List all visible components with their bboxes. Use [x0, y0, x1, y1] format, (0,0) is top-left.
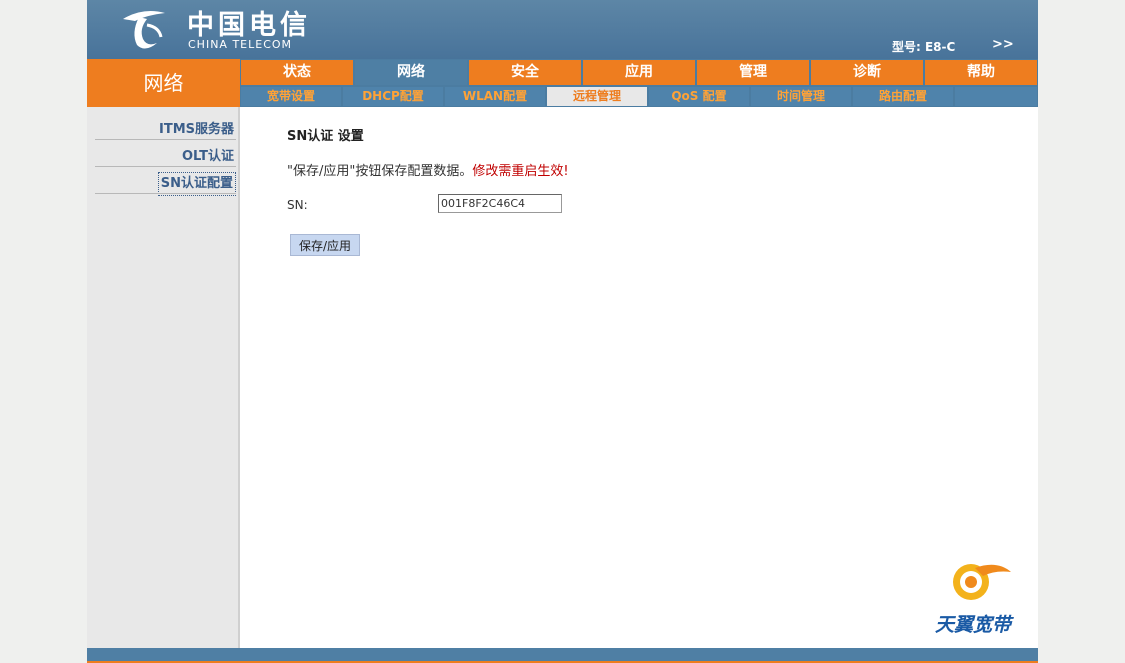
tab-status[interactable]: 状态 [241, 60, 353, 85]
tab-network[interactable]: 网络 [355, 60, 467, 85]
tab-management[interactable]: 管理 [697, 60, 809, 85]
notice-warning: 修改需重启生效! [472, 164, 569, 179]
subtab-routing[interactable]: 路由配置 [853, 87, 953, 106]
sidebar-divider [95, 166, 236, 167]
model-info: 型号: E8-C [892, 40, 956, 54]
logo-chinese-text: 中国电信 [187, 10, 311, 41]
sidebar-item-olt[interactable]: OLT认证 [182, 146, 234, 168]
sn-label: SN: [287, 198, 308, 212]
notice-prefix: "保存/应用"按钮保存配置数据。 [287, 164, 473, 179]
subtab-remote-management[interactable]: 远程管理 [547, 87, 647, 106]
subtab-time[interactable]: 时间管理 [751, 87, 851, 106]
subtab-qos[interactable]: QoS 配置 [649, 87, 749, 106]
subtab-dhcp[interactable]: DHCP配置 [343, 87, 443, 106]
sub-nav: 宽带设置 DHCP配置 WLAN配置 远程管理 QoS 配置 时间管理 路由配置 [240, 86, 1038, 107]
tab-diagnostics[interactable]: 诊断 [811, 60, 923, 85]
sidebar-divider [95, 139, 236, 140]
china-telecom-logo-icon [123, 11, 165, 49]
save-apply-button[interactable]: 保存/应用 [290, 234, 360, 256]
subtab-wlan[interactable]: WLAN配置 [445, 87, 545, 106]
main-nav: 状态 网络 安全 应用 管理 诊断 帮助 [240, 59, 1038, 86]
router-admin-frame: 中国电信 CHINA TELECOM 型号: E8-C >> 网络 状态 网络 … [87, 0, 1038, 663]
sn-input[interactable] [438, 194, 562, 213]
page-title: SN认证 设置 [287, 129, 364, 144]
tab-security[interactable]: 安全 [469, 60, 581, 85]
section-title: 网络 [87, 59, 240, 107]
sidebar: ITMS服务器 OLT认证 SN认证配置 [87, 107, 240, 648]
more-link[interactable]: >> [992, 37, 1014, 52]
subtab-empty [955, 87, 1037, 106]
brand-text: 天翼宽带 [935, 614, 1012, 636]
tianyi-broadband-logo-icon [953, 564, 1011, 600]
notice-text: "保存/应用"按钮保存配置数据。修改需重启生效! [287, 160, 569, 179]
logo-english-text: CHINA TELECOM [188, 38, 293, 51]
sidebar-item-itms[interactable]: ITMS服务器 [159, 119, 234, 141]
header: 中国电信 CHINA TELECOM 型号: E8-C >> [87, 0, 1038, 59]
tab-help[interactable]: 帮助 [925, 60, 1037, 85]
footer-bar [87, 648, 1038, 663]
main-content: SN认证 设置 "保存/应用"按钮保存配置数据。修改需重启生效! SN: 保存/… [240, 117, 1036, 648]
subtab-broadband[interactable]: 宽带设置 [241, 87, 341, 106]
sidebar-divider [95, 193, 236, 194]
tab-application[interactable]: 应用 [583, 60, 695, 85]
